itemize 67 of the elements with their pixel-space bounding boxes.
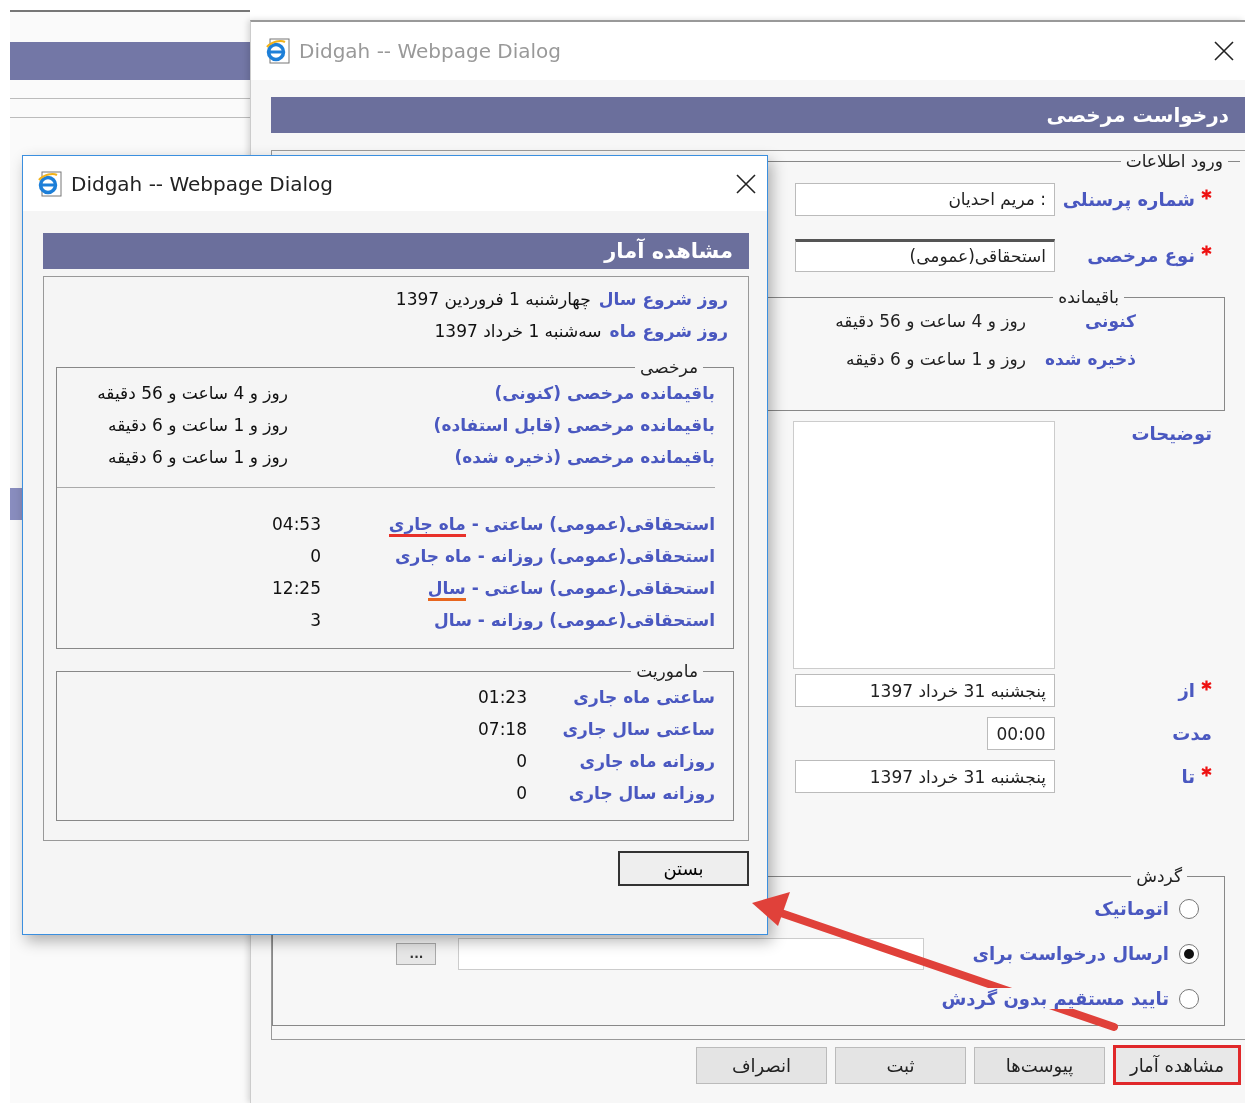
field-label: تا [1181, 766, 1195, 787]
option-label[interactable]: ارسال درخواست برای [972, 943, 1169, 964]
group-label: ورود اطلاعات [1124, 151, 1224, 171]
section-header: مشاهده آمار [43, 233, 749, 269]
action-button[interactable]: ثبت [835, 1046, 966, 1084]
stat-value: 0 [516, 751, 527, 771]
stat-value: سه‌شنبه 1 خرداد 1397 [434, 321, 602, 341]
radio-button[interactable] [1179, 943, 1199, 964]
stat-label: باقیمانده مرخصی (کنونی) [494, 383, 715, 403]
stat-label: روزانه سال جاری [568, 783, 715, 803]
stat-label: استحقاقی(عمومی) روزانه - ماه جاری [395, 546, 715, 566]
stat-value: روز و 1 ساعت و 6 دقیقه [108, 415, 288, 435]
group-label: مرخصی [639, 357, 699, 377]
action-button[interactable]: پیوست‌ها [974, 1046, 1105, 1084]
field-label: ذخیره شده [1044, 349, 1136, 369]
text-field[interactable]: : مریم احدیان [795, 182, 1055, 216]
stat-value: 0 [516, 783, 527, 803]
field-label: شماره پرسنلی [1062, 188, 1195, 210]
field-label: نوع مرخصی [1087, 244, 1195, 266]
window-title: Didgah -- Webpage Dialog [71, 171, 334, 196]
field-value: روز و 4 ساعت و 56 دقیقه [835, 311, 1026, 331]
browse-button[interactable]: ... [396, 942, 437, 965]
section-header: درخواست مرخصی [271, 97, 1245, 133]
field-label: از [1178, 680, 1195, 701]
stat-value: 3 [310, 610, 321, 630]
stat-value: 01:23 [478, 687, 527, 707]
stat-value: 12:25 [272, 578, 321, 598]
close-icon[interactable] [735, 172, 757, 195]
stat-label: باقیمانده مرخصی (ذخیره شده) [454, 447, 715, 467]
stat-label: روزانه ماه جاری [579, 751, 715, 771]
field-label: مدت [1172, 723, 1212, 744]
date-field[interactable]: پنجشنبه 31 خرداد 1397 [795, 674, 1055, 707]
date-field[interactable]: پنجشنبه 31 خرداد 1397 [795, 760, 1055, 793]
field-label: کنونی [1084, 311, 1136, 331]
field-label: توضیحات [1131, 423, 1212, 444]
dropdown-field[interactable]: استحقاقی(عمومی) [795, 238, 1055, 272]
stat-label: باقیمانده مرخصی (قابل استفاده) [433, 415, 715, 435]
stat-value: 0 [310, 546, 321, 566]
radio-button[interactable] [1179, 988, 1199, 1009]
close-button[interactable]: بستن [618, 851, 749, 886]
window-title: Didgah -- Webpage Dialog [299, 39, 562, 63]
stat-label: روز شروع سال [598, 289, 728, 309]
close-icon[interactable] [1213, 40, 1235, 62]
action-button[interactable]: انصراف [696, 1046, 827, 1084]
stat-value: روز و 1 ساعت و 6 دقیقه [108, 447, 288, 467]
action-button[interactable]: مشاهده آمار [1113, 1045, 1241, 1085]
stat-label: استحقاقی(عمومی) ساعتی - ماه جاری [388, 514, 715, 534]
stat-value: 07:18 [478, 719, 527, 739]
time-field[interactable]: 00:00 [987, 717, 1055, 750]
stat-value: روز و 4 ساعت و 56 دقیقه [97, 383, 288, 403]
stat-value: 04:53 [272, 514, 321, 534]
radio-button[interactable] [1179, 898, 1199, 919]
stat-label: استحقاقی(عمومی) روزانه - سال [434, 610, 715, 630]
stat-label: ساعتی سال جاری [562, 719, 715, 739]
group-label: گردش [1135, 866, 1183, 886]
browser-icon [37, 169, 63, 198]
browser-icon [265, 37, 291, 65]
group-label: ماموریت [635, 661, 699, 681]
option-label[interactable]: اتوماتیک [1094, 898, 1169, 919]
option-label[interactable]: تایید مستقیم بدون گردش [941, 988, 1169, 1009]
field-value: روز و 1 ساعت و 6 دقیقه [846, 349, 1026, 369]
recipient-field[interactable] [458, 937, 925, 970]
stat-label: استحقاقی(عمومی) ساعتی - سال [427, 578, 715, 598]
stat-label: ساعتی ماه جاری [573, 687, 715, 707]
stat-label: روز شروع ماه [609, 321, 728, 341]
stat-value: چهارشنبه 1 فروردین 1397 [395, 289, 591, 309]
group-label: باقیمانده [1057, 287, 1120, 307]
